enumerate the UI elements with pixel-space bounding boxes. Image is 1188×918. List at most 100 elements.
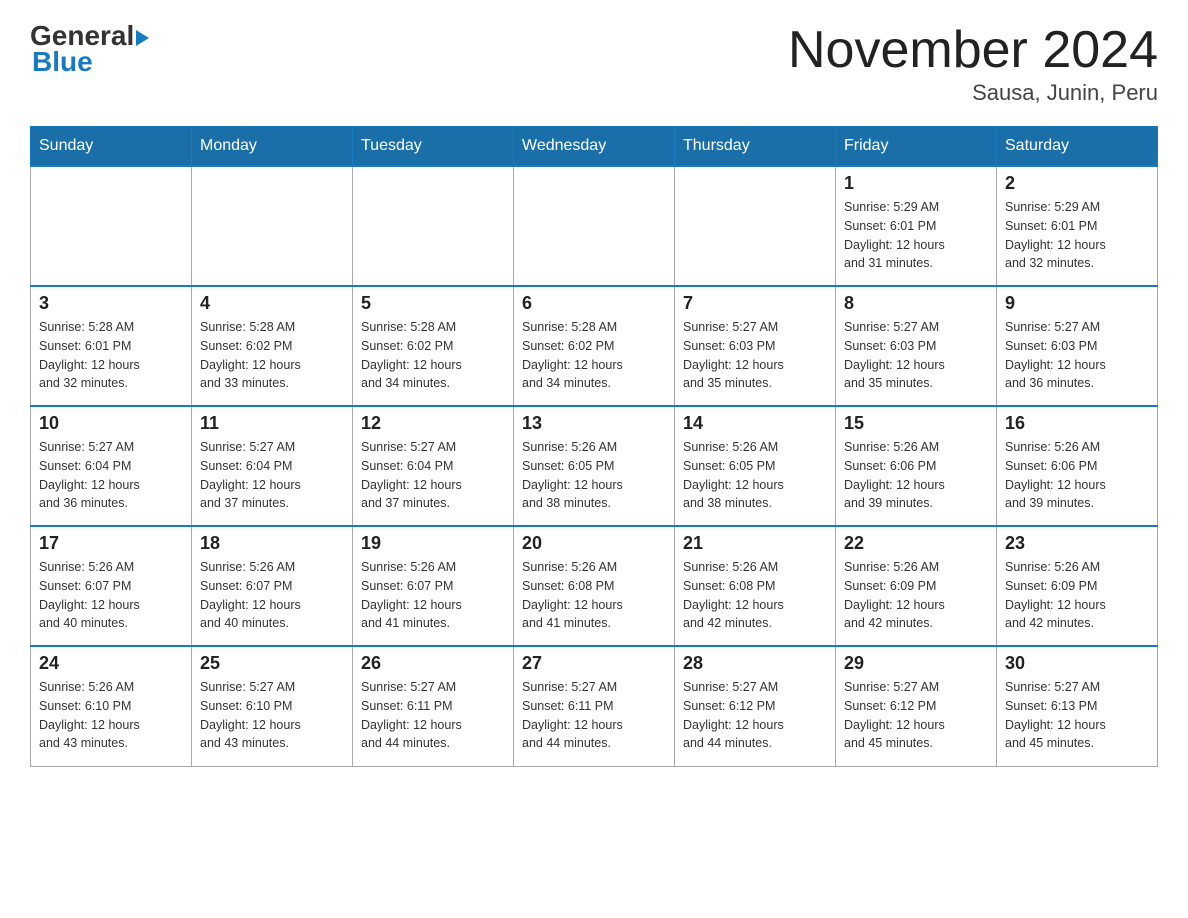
day-number: 14 xyxy=(683,413,827,434)
day-info: Sunrise: 5:27 AM Sunset: 6:13 PM Dayligh… xyxy=(1005,678,1149,753)
day-info: Sunrise: 5:27 AM Sunset: 6:11 PM Dayligh… xyxy=(361,678,505,753)
calendar-cell: 4 Sunrise: 5:28 AM Sunset: 6:02 PM Daylig… xyxy=(192,286,353,406)
calendar-cell xyxy=(353,166,514,286)
day-number: 23 xyxy=(1005,533,1149,554)
calendar-cell: 26 Sunrise: 5:27 AM Sunset: 6:11 PM Dayli… xyxy=(353,646,514,766)
day-info: Sunrise: 5:26 AM Sunset: 6:07 PM Dayligh… xyxy=(200,558,344,633)
calendar-cell: 24 Sunrise: 5:26 AM Sunset: 6:10 PM Dayli… xyxy=(31,646,192,766)
week-row-1: 1 Sunrise: 5:29 AM Sunset: 6:01 PM Daylig… xyxy=(31,166,1158,286)
calendar-table: Sunday Monday Tuesday Wednesday Thursday… xyxy=(30,126,1158,767)
calendar-cell: 3Sunrise: 5:28 AM Sunset: 6:01 PM Daylig… xyxy=(31,286,192,406)
day-info: Sunrise: 5:29 AM Sunset: 6:01 PM Dayligh… xyxy=(844,198,988,273)
day-number: 30 xyxy=(1005,653,1149,674)
logo-blue: Blue xyxy=(32,46,93,78)
header-monday: Monday xyxy=(192,127,353,167)
calendar-title: November 2024 xyxy=(788,20,1158,80)
calendar-cell xyxy=(192,166,353,286)
calendar-cell: 29 Sunrise: 5:27 AM Sunset: 6:12 PM Dayli… xyxy=(836,646,997,766)
week-row-2: 3Sunrise: 5:28 AM Sunset: 6:01 PM Daylig… xyxy=(31,286,1158,406)
day-info: Sunrise: 5:26 AM Sunset: 6:05 PM Dayligh… xyxy=(683,438,827,513)
calendar-cell: 6Sunrise: 5:28 AM Sunset: 6:02 PM Daylig… xyxy=(514,286,675,406)
calendar-cell xyxy=(675,166,836,286)
title-section: November 2024 Sausa, Junin, Peru xyxy=(788,20,1158,106)
day-info: Sunrise: 5:26 AM Sunset: 6:09 PM Dayligh… xyxy=(844,558,988,633)
day-number: 28 xyxy=(683,653,827,674)
day-number: 25 xyxy=(200,653,344,674)
day-number: 2 xyxy=(1005,173,1149,194)
calendar-cell: 21 Sunrise: 5:26 AM Sunset: 6:08 PM Dayli… xyxy=(675,526,836,646)
calendar-cell: 22 Sunrise: 5:26 AM Sunset: 6:09 PM Dayli… xyxy=(836,526,997,646)
calendar-cell: 12 Sunrise: 5:27 AM Sunset: 6:04 PM Dayli… xyxy=(353,406,514,526)
day-number: 13 xyxy=(522,413,666,434)
calendar-cell: 2 Sunrise: 5:29 AM Sunset: 6:01 PM Daylig… xyxy=(997,166,1158,286)
calendar-cell: 27 Sunrise: 5:27 AM Sunset: 6:11 PM Dayli… xyxy=(514,646,675,766)
day-number: 29 xyxy=(844,653,988,674)
calendar-cell: 23 Sunrise: 5:26 AM Sunset: 6:09 PM Dayli… xyxy=(997,526,1158,646)
day-number: 22 xyxy=(844,533,988,554)
day-info: Sunrise: 5:26 AM Sunset: 6:06 PM Dayligh… xyxy=(844,438,988,513)
day-number: 4 xyxy=(200,293,344,314)
calendar-cell xyxy=(31,166,192,286)
day-info: Sunrise: 5:29 AM Sunset: 6:01 PM Dayligh… xyxy=(1005,198,1149,273)
calendar-cell: 19 Sunrise: 5:26 AM Sunset: 6:07 PM Dayli… xyxy=(353,526,514,646)
day-info: Sunrise: 5:26 AM Sunset: 6:08 PM Dayligh… xyxy=(683,558,827,633)
header-tuesday: Tuesday xyxy=(353,127,514,167)
calendar-cell: 5 Sunrise: 5:28 AM Sunset: 6:02 PM Daylig… xyxy=(353,286,514,406)
day-info: Sunrise: 5:26 AM Sunset: 6:08 PM Dayligh… xyxy=(522,558,666,633)
day-info: Sunrise: 5:28 AM Sunset: 6:02 PM Dayligh… xyxy=(200,318,344,393)
header-wednesday: Wednesday xyxy=(514,127,675,167)
day-info: Sunrise: 5:27 AM Sunset: 6:03 PM Dayligh… xyxy=(683,318,827,393)
header-thursday: Thursday xyxy=(675,127,836,167)
week-row-4: 17 Sunrise: 5:26 AM Sunset: 6:07 PM Dayli… xyxy=(31,526,1158,646)
day-number: 6 xyxy=(522,293,666,314)
day-info: Sunrise: 5:27 AM Sunset: 6:12 PM Dayligh… xyxy=(844,678,988,753)
day-info: Sunrise: 5:26 AM Sunset: 6:09 PM Dayligh… xyxy=(1005,558,1149,633)
calendar-cell: 28Sunrise: 5:27 AM Sunset: 6:12 PM Dayli… xyxy=(675,646,836,766)
calendar-cell: 10 Sunrise: 5:27 AM Sunset: 6:04 PM Dayli… xyxy=(31,406,192,526)
day-info: Sunrise: 5:28 AM Sunset: 6:02 PM Dayligh… xyxy=(361,318,505,393)
header-saturday: Saturday xyxy=(997,127,1158,167)
header-friday: Friday xyxy=(836,127,997,167)
calendar-cell: 7 Sunrise: 5:27 AM Sunset: 6:03 PM Daylig… xyxy=(675,286,836,406)
day-number: 27 xyxy=(522,653,666,674)
day-info: Sunrise: 5:27 AM Sunset: 6:03 PM Dayligh… xyxy=(1005,318,1149,393)
day-info: Sunrise: 5:27 AM Sunset: 6:10 PM Dayligh… xyxy=(200,678,344,753)
calendar-cell: 17 Sunrise: 5:26 AM Sunset: 6:07 PM Dayli… xyxy=(31,526,192,646)
day-number: 12 xyxy=(361,413,505,434)
calendar-subtitle: Sausa, Junin, Peru xyxy=(788,80,1158,106)
day-number: 24 xyxy=(39,653,183,674)
day-info: Sunrise: 5:27 AM Sunset: 6:04 PM Dayligh… xyxy=(361,438,505,513)
calendar-cell: 25 Sunrise: 5:27 AM Sunset: 6:10 PM Dayli… xyxy=(192,646,353,766)
day-info: Sunrise: 5:27 AM Sunset: 6:11 PM Dayligh… xyxy=(522,678,666,753)
calendar-cell: 13 Sunrise: 5:26 AM Sunset: 6:05 PM Dayli… xyxy=(514,406,675,526)
day-number: 16 xyxy=(1005,413,1149,434)
day-number: 9 xyxy=(1005,293,1149,314)
day-info: Sunrise: 5:27 AM Sunset: 6:04 PM Dayligh… xyxy=(39,438,183,513)
calendar-cell: 11Sunrise: 5:27 AM Sunset: 6:04 PM Dayli… xyxy=(192,406,353,526)
day-number: 5 xyxy=(361,293,505,314)
day-number: 7 xyxy=(683,293,827,314)
day-number: 15 xyxy=(844,413,988,434)
logo: General Blue xyxy=(30,20,149,78)
day-number: 11 xyxy=(200,413,344,434)
calendar-cell: 20 Sunrise: 5:26 AM Sunset: 6:08 PM Dayli… xyxy=(514,526,675,646)
week-row-3: 10 Sunrise: 5:27 AM Sunset: 6:04 PM Dayli… xyxy=(31,406,1158,526)
day-number: 19 xyxy=(361,533,505,554)
day-info: Sunrise: 5:26 AM Sunset: 6:05 PM Dayligh… xyxy=(522,438,666,513)
day-number: 18 xyxy=(200,533,344,554)
calendar-cell: 1 Sunrise: 5:29 AM Sunset: 6:01 PM Daylig… xyxy=(836,166,997,286)
day-number: 10 xyxy=(39,413,183,434)
calendar-cell: 30 Sunrise: 5:27 AM Sunset: 6:13 PM Dayli… xyxy=(997,646,1158,766)
day-number: 21 xyxy=(683,533,827,554)
calendar-cell xyxy=(514,166,675,286)
day-info: Sunrise: 5:26 AM Sunset: 6:07 PM Dayligh… xyxy=(39,558,183,633)
day-info: Sunrise: 5:26 AM Sunset: 6:10 PM Dayligh… xyxy=(39,678,183,753)
day-number: 17 xyxy=(39,533,183,554)
page-header: General Blue November 2024 Sausa, Junin,… xyxy=(30,20,1158,106)
day-number: 3 xyxy=(39,293,183,314)
day-number: 20 xyxy=(522,533,666,554)
day-info: Sunrise: 5:26 AM Sunset: 6:07 PM Dayligh… xyxy=(361,558,505,633)
day-info: Sunrise: 5:26 AM Sunset: 6:06 PM Dayligh… xyxy=(1005,438,1149,513)
day-number: 1 xyxy=(844,173,988,194)
day-number: 26 xyxy=(361,653,505,674)
